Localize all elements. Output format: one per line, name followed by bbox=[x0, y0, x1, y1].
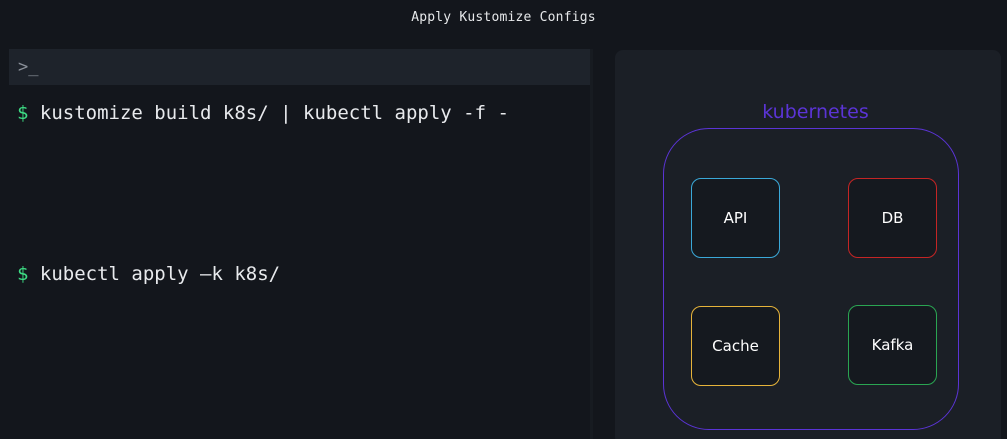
service-label: DB bbox=[881, 209, 904, 227]
terminal-command-line: $ kubectl apply –k k8s/ bbox=[17, 262, 280, 286]
window-title: Apply Kustomize Configs bbox=[411, 10, 596, 25]
service-api-node: API bbox=[691, 178, 780, 258]
service-label: API bbox=[723, 209, 748, 227]
service-db-node: DB bbox=[848, 178, 937, 258]
service-label: Cache bbox=[712, 337, 759, 355]
service-label: Kafka bbox=[871, 336, 914, 354]
terminal-prompt-icon: >_ bbox=[18, 57, 39, 77]
shell-prompt-symbol: $ bbox=[17, 263, 29, 285]
app-window: Apply Kustomize Configs >_ $ kustomize b… bbox=[0, 0, 1007, 439]
terminal-header-bar: >_ bbox=[9, 49, 590, 85]
service-cache-node: Cache bbox=[691, 306, 780, 386]
command-text: kubectl apply –k k8s/ bbox=[39, 263, 281, 285]
cluster-label: kubernetes bbox=[762, 101, 869, 123]
service-kafka-node: Kafka bbox=[848, 305, 937, 385]
